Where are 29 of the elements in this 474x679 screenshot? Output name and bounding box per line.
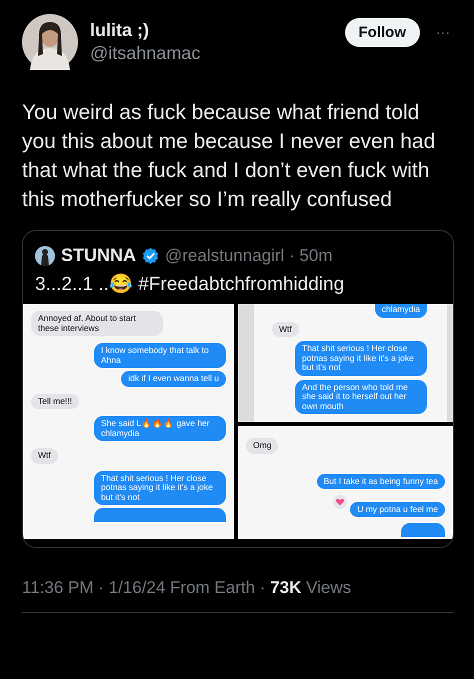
message-bubble: That shit serious ! Her close potnas saying it like it’s a joke but it’s not (94, 470, 226, 505)
quoted-tweet-text: 3...2..1 ..😂 #Freedabtchfromhidding (35, 272, 346, 296)
message-screenshot[interactable]: chlamydia Wtf That shit serious ! Her close potnas saying it like it’s a joke but it’s not And the person who told me she said it to herself out her own mouth (238, 304, 453, 422)
message-screenshot[interactable]: Omg But I take it as being funny tea U my potna u feel me (238, 426, 453, 539)
verified-badge-icon (142, 247, 159, 264)
tweet-meta: 11:36 PM · 1/16/24 From Earth · 73K Views (22, 578, 352, 598)
message-bubble: Wtf (31, 448, 58, 464)
message-bubble: I know somebody that talk to Ahna (94, 343, 226, 368)
message-bubble: Wtf (272, 322, 299, 337)
tweet-text: You weird as fuck because what friend told you this about me because I never even had that what the fuck and I don’t even fuck with this motherfucker so I’m really confused (22, 100, 436, 213)
message-bubble: Tell me!!! (31, 394, 80, 409)
message-bubble: She said L🔥🔥🔥 gave her chlamydia (94, 416, 226, 441)
quoted-tweet-card[interactable] (22, 230, 454, 548)
avatar[interactable] (22, 14, 78, 70)
message-bubble: idk if I even wanna tell u (121, 371, 226, 386)
message-bubble: chlamydia (374, 304, 427, 318)
message-bubble: Annoyed af. About to start these interviews (31, 311, 163, 336)
author-name[interactable]: lulita ;) (90, 20, 332, 41)
author-handle[interactable]: @itsahnamac (90, 43, 332, 64)
message-bubble: U my potna u feel me (350, 502, 445, 517)
message-bubble: And the person who told me she said it to herself out her own mouth (295, 380, 427, 414)
message-bubble: But I take it as being funny tea (316, 474, 445, 489)
avatar (35, 246, 55, 266)
quoted-author-handle: @realstunnagirl · 50m (165, 246, 332, 266)
quoted-author-name: STUNNA (61, 245, 136, 266)
message-bubble: Omg (246, 438, 278, 454)
follow-button[interactable]: Follow (344, 18, 420, 46)
message-bubble: That shit serious ! Her close potnas saying it like it’s a joke but it’s not (295, 341, 427, 376)
more-button[interactable]: ··· (432, 24, 454, 40)
